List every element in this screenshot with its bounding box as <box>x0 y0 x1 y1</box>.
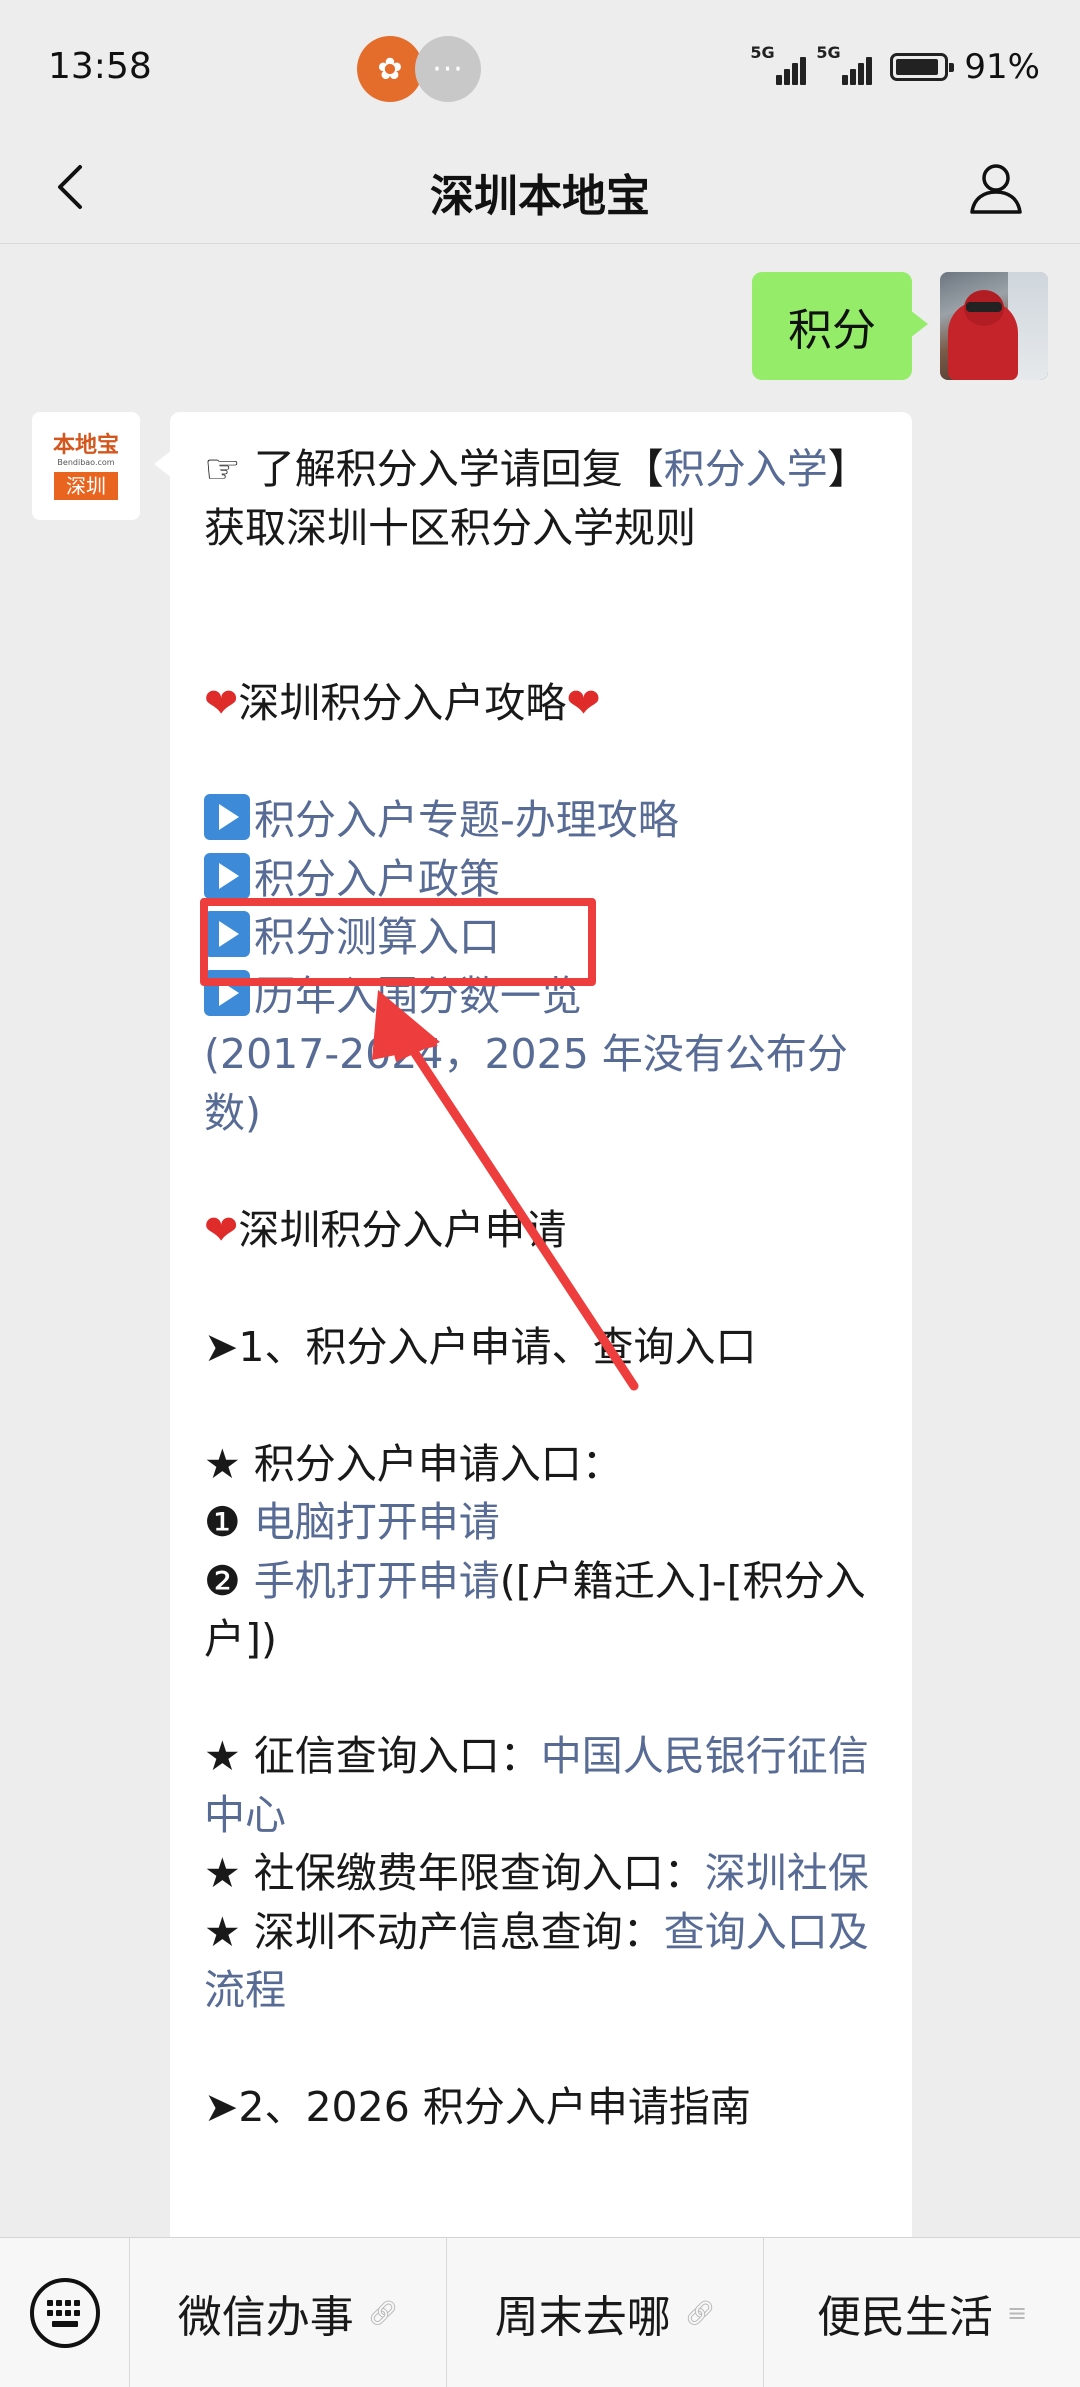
keyboard-toggle-button[interactable] <box>0 2237 130 2387</box>
menu-weekend-outings[interactable]: 周末去哪 🔗︎ <box>447 2237 764 2387</box>
menu-convenience-life[interactable]: 便民生活 ≡ <box>764 2238 1080 2387</box>
menu-wechat-services[interactable]: 微信办事 🔗︎ <box>130 2237 447 2387</box>
bottom-menu-bar: 微信办事 🔗︎ 周末去哪 🔗︎ 便民生活 ≡ <box>0 2237 1080 2387</box>
keyboard-icon <box>29 2277 100 2348</box>
menu-lines-icon: ≡ <box>1006 2298 1028 2327</box>
link-icon: 🔗︎ <box>367 2298 399 2327</box>
link-icon: 🔗︎ <box>684 2298 716 2327</box>
annotation-arrow <box>372 990 639 1391</box>
